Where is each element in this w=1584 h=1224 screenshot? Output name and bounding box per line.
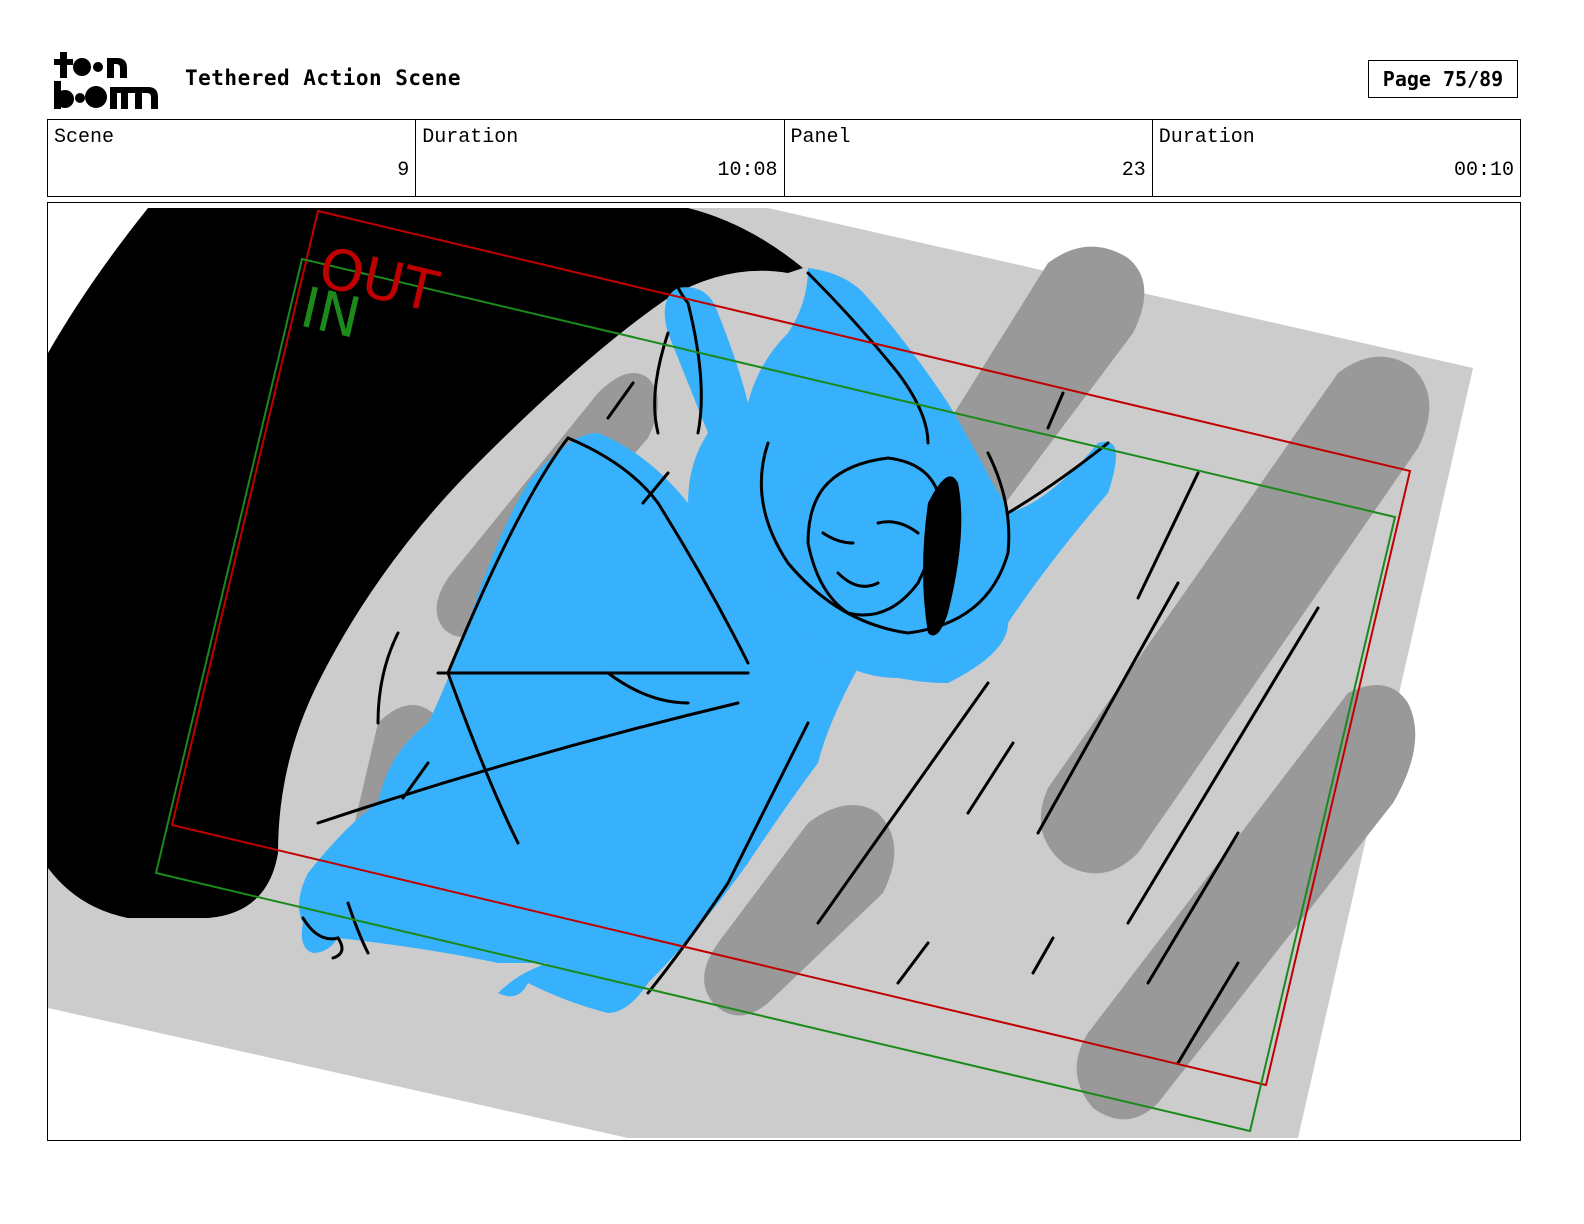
panel-drawing: OUT IN — [48, 208, 1473, 1138]
scene-label: Scene — [54, 126, 115, 149]
panel-duration-value: 00:10 — [1453, 159, 1514, 182]
panel-value: 23 — [1121, 159, 1146, 182]
page-indicator: Page 75/89 — [1368, 60, 1518, 98]
scene-duration-cell: Duration 10:08 — [415, 120, 783, 196]
toonboom-logo — [52, 50, 164, 112]
panel-duration-label: Duration — [1158, 126, 1255, 149]
scene-duration-label: Duration — [422, 126, 519, 149]
scene-value: 9 — [397, 159, 410, 182]
panel-cell: Panel 23 — [783, 120, 1152, 196]
scene-duration-value: 10:08 — [717, 159, 778, 182]
scene-cell: Scene 9 — [48, 120, 415, 196]
toonboom-logo-mark — [54, 52, 158, 109]
storyboard-panel-image: OUT IN — [47, 202, 1521, 1141]
panel-info-table: Scene 9 Duration 10:08 Panel 23 Duration… — [47, 119, 1521, 197]
document-title: Tethered Action Scene — [185, 66, 462, 90]
panel-duration-cell: Duration 00:10 — [1151, 120, 1520, 196]
panel-label: Panel — [790, 126, 851, 149]
